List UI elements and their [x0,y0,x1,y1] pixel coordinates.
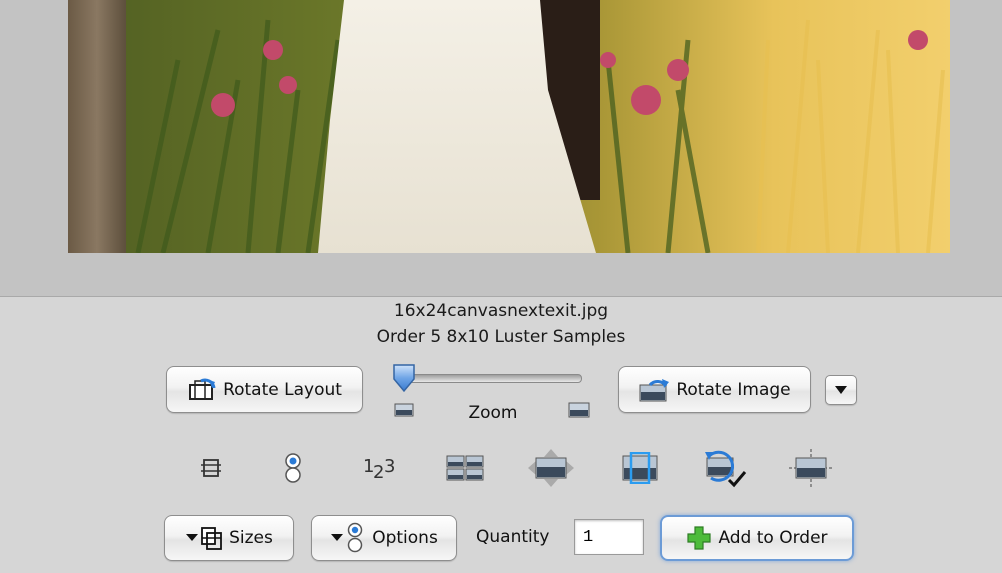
photo-preview[interactable] [68,0,950,253]
options-indicator-icon[interactable] [268,448,318,488]
rotate-layout-icon [187,378,217,402]
fit-image-icon[interactable] [615,448,665,488]
image-filename: 16x24canvasnextexit.jpg [393,301,609,321]
rotate-menu-button[interactable] [825,375,857,405]
zoom-out-icon[interactable] [394,402,414,417]
svg-text:2: 2 [373,462,384,483]
order-description: Order 5 8x10 Luster Samples [376,327,626,347]
move-image-icon[interactable] [526,448,576,488]
zoom-slider-track[interactable] [404,374,582,383]
add-to-order-label: Add to Order [718,528,828,548]
center-image-icon[interactable] [786,448,836,488]
sizes-icon [185,525,223,551]
image-preview-area [0,0,1002,297]
options-icon [330,522,366,554]
rotate-image-icon [638,377,670,403]
quantity-input[interactable] [574,519,644,555]
rotate-image-label: Rotate Image [676,379,791,400]
zoom-slider-knob[interactable] [391,363,417,393]
rotate-image-button[interactable]: Rotate Image [618,366,811,413]
add-to-order-button[interactable]: Add to Order [660,515,854,561]
rotate-layout-label: Rotate Layout [223,379,342,400]
rotate-check-icon[interactable] [700,448,750,488]
svg-text:3: 3 [384,456,395,477]
multi-image-layout-icon[interactable] [440,448,490,488]
zoom-in-icon[interactable] [568,402,590,418]
zoom-label: Zoom [468,403,518,423]
sizes-button[interactable]: Sizes [164,515,294,561]
triangle-down-icon [834,385,848,395]
rotate-layout-button[interactable]: Rotate Layout [166,366,363,413]
sizes-label: Sizes [229,528,273,548]
options-button[interactable]: Options [311,515,457,561]
photo-image [68,0,950,253]
quantity-label: Quantity [476,527,550,547]
crop-frame-icon[interactable] [186,448,236,488]
options-label: Options [372,528,438,548]
plus-icon [686,525,712,551]
numbering-icon[interactable]: 1 2 3 [355,448,405,488]
